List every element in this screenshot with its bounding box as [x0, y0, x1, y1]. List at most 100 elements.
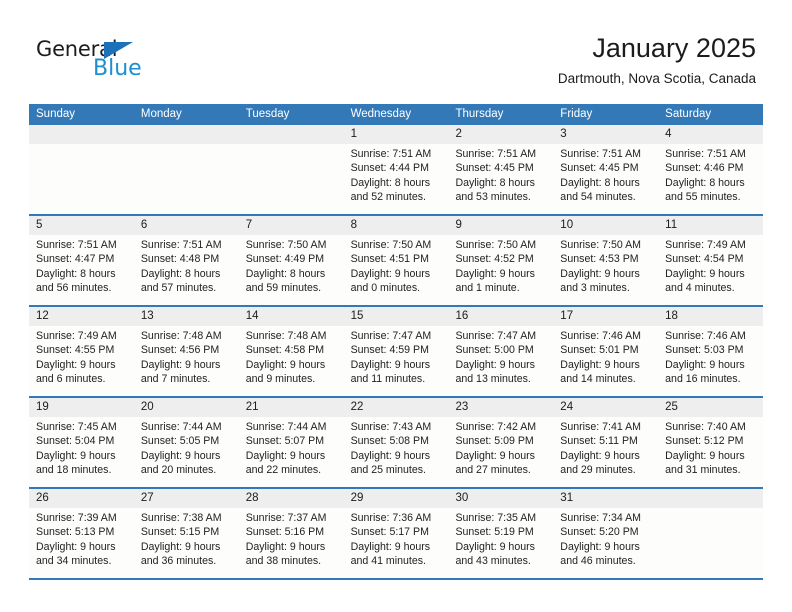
day-number-empty [29, 125, 134, 144]
daylight-text: Daylight: 9 hours and 0 minutes. [350, 267, 431, 294]
day-number-empty [658, 489, 763, 508]
day-cell-2[interactable]: Sunrise: 7:51 AM Sunset: 4:45 PM Daylight:… [448, 144, 553, 214]
day-cell-25[interactable]: Sunrise: 7:40 AM Sunset: 5:12 PM Daylight:… [658, 417, 763, 487]
sunrise-text: Sunrise: 7:50 AM [455, 239, 537, 251]
daylight-text: Daylight: 8 hours and 59 minutes. [245, 267, 326, 294]
sunset-text: Sunset: 4:51 PM [350, 253, 429, 266]
day-number-28[interactable]: 28 [239, 489, 344, 508]
week-detail-row: Sunrise: 7:51 AM Sunset: 4:44 PM Daylight:… [29, 144, 763, 214]
day-cell-15[interactable]: Sunrise: 7:47 AM Sunset: 4:59 PM Daylight:… [344, 326, 449, 396]
day-number-31[interactable]: 31 [553, 489, 658, 508]
day-cell-24[interactable]: Sunrise: 7:41 AM Sunset: 5:11 PM Daylight:… [553, 417, 658, 487]
day-cell-11[interactable]: Sunrise: 7:49 AM Sunset: 4:54 PM Daylight:… [658, 235, 763, 305]
day-cell-12[interactable]: Sunrise: 7:49 AM Sunset: 4:55 PM Daylight:… [29, 326, 134, 396]
day-number-10[interactable]: 10 [553, 216, 658, 235]
day-cell-21[interactable]: Sunrise: 7:44 AM Sunset: 5:07 PM Daylight:… [239, 417, 344, 487]
sunset-text: Sunset: 5:13 PM [36, 526, 115, 539]
day-cell-1[interactable]: Sunrise: 7:51 AM Sunset: 4:44 PM Daylight:… [344, 144, 449, 214]
daylight-text: Daylight: 9 hours and 36 minutes. [140, 540, 221, 567]
sunrise-text: Sunrise: 7:41 AM [560, 421, 641, 433]
sunset-text: Sunset: 5:07 PM [245, 435, 325, 448]
sunrise-text: Sunrise: 7:51 AM [140, 239, 222, 251]
day-number-15[interactable]: 15 [344, 307, 449, 326]
day-number-11[interactable]: 11 [658, 216, 763, 235]
day-cell-8[interactable]: Sunrise: 7:50 AM Sunset: 4:51 PM Daylight:… [344, 235, 449, 305]
day-number-27[interactable]: 27 [134, 489, 239, 508]
weekday-header-wednesday: Wednesday [350, 108, 412, 120]
day-cell-18[interactable]: Sunrise: 7:46 AM Sunset: 5:03 PM Daylight:… [658, 326, 763, 396]
day-cell-30[interactable]: Sunrise: 7:35 AM Sunset: 5:19 PM Daylight:… [448, 508, 553, 578]
day-number-2[interactable]: 2 [448, 125, 553, 144]
day-cell-13[interactable]: Sunrise: 7:48 AM Sunset: 4:56 PM Daylight:… [134, 326, 239, 396]
day-cell-4[interactable]: Sunrise: 7:51 AM Sunset: 4:46 PM Daylight:… [658, 144, 763, 214]
day-number-13[interactable]: 13 [134, 307, 239, 326]
day-cell-14[interactable]: Sunrise: 7:48 AM Sunset: 4:58 PM Daylight:… [239, 326, 344, 396]
day-cell-19[interactable]: Sunrise: 7:45 AM Sunset: 5:04 PM Daylight:… [29, 417, 134, 487]
day-number-7[interactable]: 7 [239, 216, 344, 235]
day-number-5[interactable]: 5 [29, 216, 134, 235]
day-number-19[interactable]: 19 [29, 398, 134, 417]
day-cell-26[interactable]: Sunrise: 7:39 AM Sunset: 5:13 PM Daylight:… [29, 508, 134, 578]
sunset-text: Sunset: 4:44 PM [350, 162, 429, 175]
sunrise-text: Sunrise: 7:51 AM [36, 239, 117, 251]
daylight-text: Daylight: 8 hours and 53 minutes. [455, 176, 535, 203]
day-cell-9[interactable]: Sunrise: 7:50 AM Sunset: 4:52 PM Daylight:… [448, 235, 553, 305]
day-number-9[interactable]: 9 [448, 216, 553, 235]
daylight-text: Daylight: 9 hours and 18 minutes. [36, 449, 116, 476]
day-cell-6[interactable]: Sunrise: 7:51 AM Sunset: 4:48 PM Daylight:… [134, 235, 239, 305]
day-number-25[interactable]: 25 [658, 398, 763, 417]
sunset-text: Sunset: 5:11 PM [560, 435, 638, 448]
day-number-21[interactable]: 21 [239, 398, 344, 417]
daylight-text: Daylight: 9 hours and 9 minutes. [245, 358, 326, 385]
sunset-text: Sunset: 5:12 PM [665, 435, 744, 448]
sunrise-text: Sunrise: 7:34 AM [560, 512, 641, 524]
day-cell-10[interactable]: Sunrise: 7:50 AM Sunset: 4:53 PM Daylight:… [553, 235, 658, 305]
day-cell-3[interactable]: Sunrise: 7:51 AM Sunset: 4:45 PM Daylight:… [553, 144, 658, 214]
day-number-12[interactable]: 12 [29, 307, 134, 326]
sunset-text: Sunset: 4:47 PM [36, 253, 115, 266]
day-cell-16[interactable]: Sunrise: 7:47 AM Sunset: 5:00 PM Daylight:… [448, 326, 553, 396]
day-number-8[interactable]: 8 [344, 216, 449, 235]
sunrise-text: Sunrise: 7:50 AM [245, 239, 327, 251]
day-cell-5[interactable]: Sunrise: 7:51 AM Sunset: 4:47 PM Daylight:… [29, 235, 134, 305]
sunset-text: Sunset: 4:45 PM [455, 162, 534, 175]
day-number-22[interactable]: 22 [344, 398, 449, 417]
day-number-6[interactable]: 6 [134, 216, 239, 235]
weekday-header-thursday: Thursday [455, 108, 504, 120]
day-number-4[interactable]: 4 [658, 125, 763, 144]
day-number-30[interactable]: 30 [448, 489, 553, 508]
day-cell-29[interactable]: Sunrise: 7:36 AM Sunset: 5:17 PM Daylight:… [344, 508, 449, 578]
week-day-number-row: 5 6 7 8 9 10 11 [29, 216, 763, 235]
week-day-number-row: 19 20 21 22 23 24 25 [29, 398, 763, 417]
day-cell-31[interactable]: Sunrise: 7:34 AM Sunset: 5:20 PM Daylight:… [553, 508, 658, 578]
day-number-29[interactable]: 29 [344, 489, 449, 508]
calendar-weeks: 1 2 3 4 Sunrise: 7:51 AM Sunset: 4:44 PM Dayli… [29, 125, 763, 578]
day-cell-27[interactable]: Sunrise: 7:38 AM Sunset: 5:15 PM Daylight:… [134, 508, 239, 578]
sunrise-text: Sunrise: 7:50 AM [350, 239, 432, 251]
day-number-17[interactable]: 17 [553, 307, 658, 326]
calendar-week-row: 12 13 14 15 16 17 18 Sunrise: 7:49 AM Sunset: 4:… [29, 305, 763, 396]
daylight-text: Daylight: 9 hours and 6 minutes. [36, 358, 116, 385]
day-cell-20[interactable]: Sunrise: 7:44 AM Sunset: 5:05 PM Daylight:… [134, 417, 239, 487]
day-cell-28[interactable]: Sunrise: 7:37 AM Sunset: 5:16 PM Daylight:… [239, 508, 344, 578]
day-number-14[interactable]: 14 [239, 307, 344, 326]
day-number-23[interactable]: 23 [448, 398, 553, 417]
day-cell-22[interactable]: Sunrise: 7:43 AM Sunset: 5:08 PM Daylight:… [344, 417, 449, 487]
sunset-text: Sunset: 5:01 PM [560, 344, 639, 357]
day-number-16[interactable]: 16 [448, 307, 553, 326]
sunset-text: Sunset: 4:53 PM [560, 253, 639, 266]
day-cell-7[interactable]: Sunrise: 7:50 AM Sunset: 4:49 PM Daylight:… [239, 235, 344, 305]
day-number-1[interactable]: 1 [344, 125, 449, 144]
day-cell-23[interactable]: Sunrise: 7:42 AM Sunset: 5:09 PM Daylight:… [448, 417, 553, 487]
day-number-18[interactable]: 18 [658, 307, 763, 326]
day-cell-17[interactable]: Sunrise: 7:46 AM Sunset: 5:01 PM Daylight:… [553, 326, 658, 396]
daylight-text: Daylight: 9 hours and 14 minutes. [560, 358, 640, 385]
day-number-3[interactable]: 3 [553, 125, 658, 144]
day-number-24[interactable]: 24 [553, 398, 658, 417]
calendar-week-row: 19 20 21 22 23 24 25 Sunrise: 7:45 AM Sunset: 5:… [29, 396, 763, 487]
sunrise-text: Sunrise: 7:39 AM [36, 512, 117, 524]
page-header: General Blue January 2025 Dartmouth, Nov… [0, 0, 792, 104]
day-number-26[interactable]: 26 [29, 489, 134, 508]
day-number-20[interactable]: 20 [134, 398, 239, 417]
sunrise-text: Sunrise: 7:51 AM [455, 148, 537, 160]
